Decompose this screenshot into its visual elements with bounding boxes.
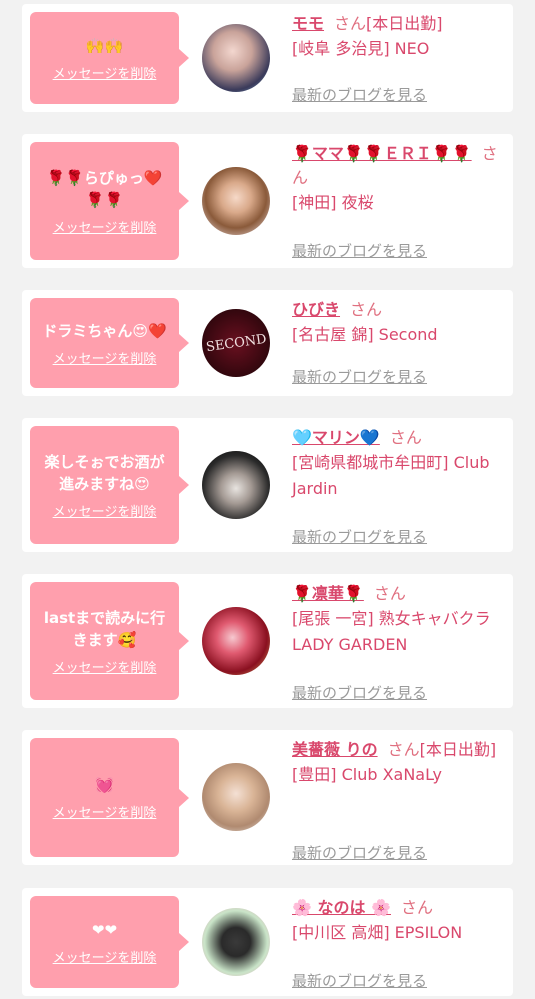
shop-name: [岐阜 多治見] NEO <box>292 39 430 58</box>
shop-name: [尾張 一宮] 熟女キャバクラ LADY GARDEN <box>292 609 491 654</box>
honorific: さん <box>350 300 383 319</box>
shop-name: [中川区 高畑] EPSILON <box>292 923 463 942</box>
view-blog-link[interactable]: 最新のブログを見る <box>292 970 427 991</box>
avatar[interactable] <box>202 607 270 675</box>
shop-name: [宮崎県都城市牟田町] Club Jardin <box>292 453 490 498</box>
cast-name-link[interactable]: 🌸 なのは 🌸 <box>292 898 391 917</box>
honorific: さん <box>387 740 420 759</box>
honorific: さん <box>334 14 367 33</box>
view-blog-link[interactable]: 最新のブログを見る <box>292 366 427 387</box>
avatar[interactable] <box>202 451 270 519</box>
delete-message-link[interactable]: メッセージを削除 <box>53 217 157 236</box>
honorific: さん <box>373 584 406 603</box>
delete-message-link[interactable]: メッセージを削除 <box>53 63 157 82</box>
view-blog-link[interactable]: 最新のブログを見る <box>292 842 427 863</box>
avatar-logo-text: SECOND <box>204 331 268 355</box>
cast-name-link[interactable]: モモ <box>292 14 324 33</box>
message-bubble: ❤❤ メッセージを削除 <box>30 896 189 988</box>
profile-info: 🩵マリン💙 さん [宮崎県都城市牟田町] Club Jardin 最新のブログを見… <box>292 426 507 552</box>
message-card: 🙌🙌 メッセージを削除 モモ さん[本日出勤] [岐阜 多治見] NEO 最新のブ… <box>22 4 513 112</box>
name-line: 🌹ママ🌹🌹ＥＲＩ🌹🌹 さん <box>292 142 507 190</box>
message-text: 💓 <box>95 776 114 794</box>
profile-info: 🌸 なのは 🌸 さん [中川区 高畑] EPSILON 最新のブログを見る <box>292 896 507 996</box>
shop-name: [豊田] Club XaNaLy <box>292 765 443 784</box>
message-bubble: lastまで読みに行きます🥰 メッセージを削除 <box>30 582 189 700</box>
honorific: さん <box>389 428 422 447</box>
delete-message-link[interactable]: メッセージを削除 <box>53 802 157 821</box>
message-card: lastまで読みに行きます🥰 メッセージを削除 🌹凛華🌹 さん [尾張 一宮] 熟… <box>22 574 513 708</box>
status-tag: [本日出勤] <box>419 740 497 759</box>
profile-info: ひびき さん [名古屋 錦] Second 最新のブログを見る <box>292 298 507 396</box>
message-text: lastまで読みに行きます🥰 <box>43 608 166 649</box>
delete-message-link[interactable]: メッセージを削除 <box>53 348 157 367</box>
message-card: 楽しそぉでお酒が進みますね😍 メッセージを削除 🩵マリン💙 さん [宮崎県都城市牟… <box>22 418 513 552</box>
honorific: さん <box>401 898 434 917</box>
name-line: 🩵マリン💙 さん <box>292 426 507 450</box>
cast-name-link[interactable]: ひびき <box>292 300 340 319</box>
message-card: ドラミちゃん😍❤️ メッセージを削除 SECOND ひびき さん [名古屋 錦] … <box>22 290 513 396</box>
shop-name: [神田] 夜桜 <box>292 193 374 212</box>
profile-info: 美薔薇 りの さん[本日出勤] [豊田] Club XaNaLy 最新のブログを見… <box>292 738 507 865</box>
name-line: 🌹凛華🌹 さん <box>292 582 507 606</box>
avatar[interactable]: SECOND <box>202 309 270 377</box>
shop-name: [名古屋 錦] Second <box>292 325 438 344</box>
view-blog-link[interactable]: 最新のブログを見る <box>292 84 427 105</box>
delete-message-link[interactable]: メッセージを削除 <box>53 947 157 966</box>
profile-info: 🌹凛華🌹 さん [尾張 一宮] 熟女キャバクラ LADY GARDEN 最新のブロ… <box>292 582 507 708</box>
avatar[interactable] <box>202 167 270 235</box>
message-text: 🌹🌹らぴゅっ❤️🌹🌹 <box>46 168 163 209</box>
message-card: ❤❤ メッセージを削除 🌸 なのは 🌸 さん [中川区 高畑] EPSILON 最… <box>22 888 513 996</box>
message-card: 🌹🌹らぴゅっ❤️🌹🌹 メッセージを削除 🌹ママ🌹🌹ＥＲＩ🌹🌹 さん [神田] 夜桜… <box>22 134 513 268</box>
message-bubble: 💓 メッセージを削除 <box>30 738 189 857</box>
cast-name-link[interactable]: 美薔薇 りの <box>292 740 378 759</box>
profile-info: 🌹ママ🌹🌹ＥＲＩ🌹🌹 さん [神田] 夜桜 最新のブログを見る <box>292 142 507 268</box>
name-line: 美薔薇 りの さん[本日出勤] <box>292 738 507 762</box>
name-line: ひびき さん <box>292 298 507 322</box>
message-card: 💓 メッセージを削除 美薔薇 りの さん[本日出勤] [豊田] Club XaNa… <box>22 730 513 865</box>
avatar[interactable] <box>202 763 270 831</box>
profile-info: モモ さん[本日出勤] [岐阜 多治見] NEO 最新のブログを見る <box>292 12 507 112</box>
view-blog-link[interactable]: 最新のブログを見る <box>292 682 427 703</box>
name-line: 🌸 なのは 🌸 さん <box>292 896 507 920</box>
avatar[interactable] <box>202 24 270 92</box>
message-bubble: 楽しそぉでお酒が進みますね😍 メッセージを削除 <box>30 426 189 544</box>
message-bubble: 🙌🙌 メッセージを削除 <box>30 12 189 104</box>
cast-name-link[interactable]: 🌹ママ🌹🌹ＥＲＩ🌹🌹 <box>292 144 472 163</box>
message-text: ドラミちゃん😍❤️ <box>42 321 167 340</box>
message-text: 🙌🙌 <box>85 36 124 55</box>
avatar[interactable] <box>202 908 270 976</box>
cast-name-link[interactable]: 🩵マリン💙 <box>292 428 380 447</box>
view-blog-link[interactable]: 最新のブログを見る <box>292 526 427 547</box>
delete-message-link[interactable]: メッセージを削除 <box>53 657 157 676</box>
message-bubble: 🌹🌹らぴゅっ❤️🌹🌹 メッセージを削除 <box>30 142 189 260</box>
name-line: モモ さん[本日出勤] <box>292 12 507 36</box>
view-blog-link[interactable]: 最新のブログを見る <box>292 240 427 261</box>
cast-name-link[interactable]: 🌹凛華🌹 <box>292 584 364 603</box>
message-bubble: ドラミちゃん😍❤️ メッセージを削除 <box>30 298 189 388</box>
delete-message-link[interactable]: メッセージを削除 <box>53 501 157 520</box>
message-text: 楽しそぉでお酒が進みますね😍 <box>44 452 165 493</box>
message-text: ❤❤ <box>91 920 118 939</box>
status-tag: [本日出勤] <box>366 14 443 33</box>
